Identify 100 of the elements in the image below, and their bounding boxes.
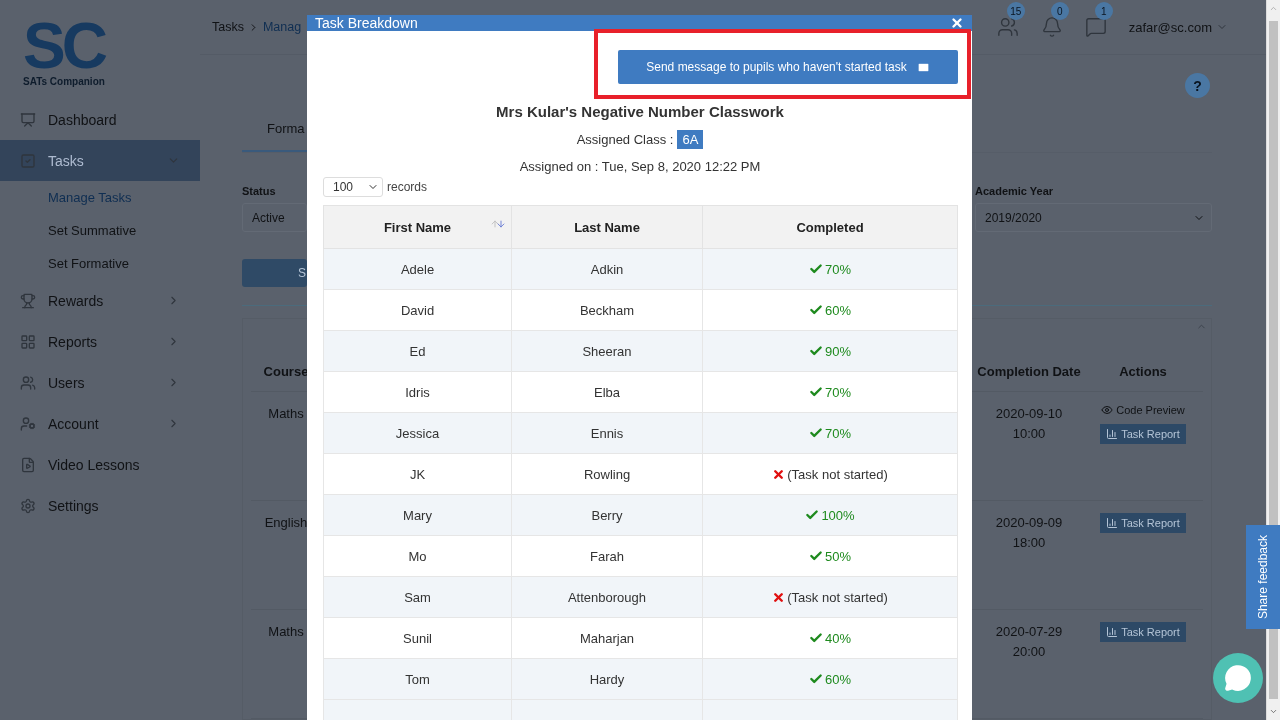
check-icon <box>809 549 823 563</box>
check-icon <box>805 508 820 522</box>
trophy-icon <box>20 292 36 309</box>
cross-icon <box>772 590 786 604</box>
column-header[interactable]: Completed <box>702 205 958 249</box>
user-menu[interactable]: zafar@sc.com <box>1128 19 1212 35</box>
chat-icon[interactable] <box>1084 16 1107 38</box>
records-label: records <box>387 180 427 194</box>
sidebar-item[interactable]: Rewards <box>0 280 200 321</box>
table-cell: Maharjan <box>511 617 703 659</box>
eye-icon <box>1101 404 1114 416</box>
grid-icon <box>20 333 36 350</box>
table-cell: Tom <box>323 658 512 700</box>
checkbox-icon <box>20 152 36 169</box>
sidebar-item[interactable]: Account <box>0 403 200 444</box>
scroll-down-icon[interactable] <box>1269 707 1278 716</box>
table-cell: Mary <box>323 494 512 536</box>
dialog-title: Task Breakdown <box>315 15 418 31</box>
sidebar-item[interactable]: Dashboard <box>0 99 200 140</box>
scroll-up-icon[interactable] <box>1269 4 1278 13</box>
check-icon <box>809 385 823 399</box>
code-preview-link[interactable]: Code Preview <box>1101 404 1185 416</box>
count-badge: 0 <box>1050 2 1069 20</box>
submenu-item[interactable]: Set Formative <box>0 247 200 280</box>
table-cell: JK <box>323 453 512 495</box>
speech-bubble-icon <box>1224 664 1252 692</box>
monitor-icon <box>20 111 36 128</box>
assigned-date: Assigned on : Tue, Sep 8, 2020 12:22 PM <box>519 159 761 174</box>
bar-chart-icon <box>1106 428 1119 440</box>
select-field[interactable]: 2019/2020 <box>975 203 1212 232</box>
table-cell: Ed <box>323 330 512 372</box>
completion-status: 70% <box>825 425 851 441</box>
table-cell: Sunil <box>323 617 512 659</box>
check-icon <box>809 672 823 686</box>
sidebar-item[interactable]: Settings <box>0 485 200 526</box>
completion-status: 60% <box>825 302 851 318</box>
table-cell: Elba <box>511 371 703 413</box>
completion-status: 70% <box>825 261 851 277</box>
table-cell-text: English <box>263 514 309 532</box>
logo-name: SATs Companion <box>23 76 105 87</box>
settings-icon <box>20 497 36 514</box>
task-report-button[interactable]: Task Report <box>1100 513 1186 533</box>
table-cell: David <box>323 289 512 331</box>
table-cell: Adele <box>323 248 512 290</box>
share-feedback-tab[interactable]: Share feedback <box>1246 525 1280 629</box>
completion-status: (Task not started) <box>787 589 888 605</box>
close-button[interactable] <box>950 16 964 30</box>
column-header[interactable]: First Name <box>323 205 512 249</box>
users-icon <box>20 374 36 391</box>
sidebar-item[interactable]: Users <box>0 362 200 403</box>
assigned-class-label: Assigned Class : <box>576 132 674 147</box>
check-icon <box>809 631 823 645</box>
check-icon <box>809 344 823 358</box>
table-cell: Sam <box>323 576 512 618</box>
table-cell: Beckham <box>511 289 703 331</box>
table-cell-text: Maths <box>267 623 305 641</box>
bell-icon[interactable] <box>1040 16 1063 38</box>
sidebar-item[interactable]: Tasks <box>0 140 200 181</box>
sidebar-item[interactable]: Reports <box>0 321 200 362</box>
table-cell: Rowling <box>511 453 703 495</box>
completion-status: 40% <box>825 630 851 646</box>
table-cell: Farah <box>511 535 703 577</box>
filter-label: Status <box>242 185 277 197</box>
chat-button[interactable] <box>1213 653 1263 703</box>
users-icon[interactable] <box>996 16 1019 38</box>
column-header[interactable]: Last Name <box>511 205 703 249</box>
table-cell-text: Maths <box>267 405 305 423</box>
help-icon[interactable]: ? <box>1185 73 1210 98</box>
table-cell: Mo <box>323 535 512 577</box>
completion-status: (Task not started) <box>787 466 888 482</box>
completion-status: 50% <box>825 548 851 564</box>
task-report-button[interactable]: Task Report <box>1100 622 1186 642</box>
count-badge: 1 <box>1094 2 1113 20</box>
completion-status: 60% <box>825 671 851 687</box>
table-cell: Hardy <box>511 658 703 700</box>
filter-label: Academic Year <box>975 185 1055 197</box>
table-cell-text: 2020-07-29 20:00 <box>994 623 1064 661</box>
submenu-item[interactable]: Manage Tasks <box>0 181 200 214</box>
table-cell: Ennis <box>511 412 703 454</box>
table-cell: Attenborough <box>511 576 703 618</box>
table-cell: Sheeran <box>511 330 703 372</box>
task-title: Mrs Kular's Negative Number Classwork <box>496 103 784 120</box>
search-button[interactable]: S <box>242 259 307 287</box>
table-cell-text: 2020-09-09 18:00 <box>994 514 1064 552</box>
logo-mark: SC <box>23 18 104 74</box>
sidebar-item[interactable]: Video Lessons <box>0 444 200 485</box>
breadcrumb-link[interactable]: Manag <box>262 20 302 34</box>
column-header[interactable]: Actions <box>1083 364 1203 391</box>
count-badge: 15 <box>1006 2 1025 20</box>
page-size-select[interactable]: 100 <box>323 177 383 197</box>
check-icon <box>809 262 823 276</box>
check-icon <box>809 303 823 317</box>
send-message-button[interactable]: Send message to pupils who haven't started task <box>618 50 958 84</box>
class-badge: 6A <box>677 130 704 149</box>
breadcrumb-link[interactable]: Tasks <box>212 20 244 34</box>
completion-status: 70% <box>825 384 851 400</box>
task-report-button[interactable]: Task Report <box>1100 424 1186 444</box>
check-icon <box>809 426 823 440</box>
submenu-item[interactable]: Set Summative <box>0 214 200 247</box>
column-header[interactable]: Completion Date <box>975 364 1083 391</box>
